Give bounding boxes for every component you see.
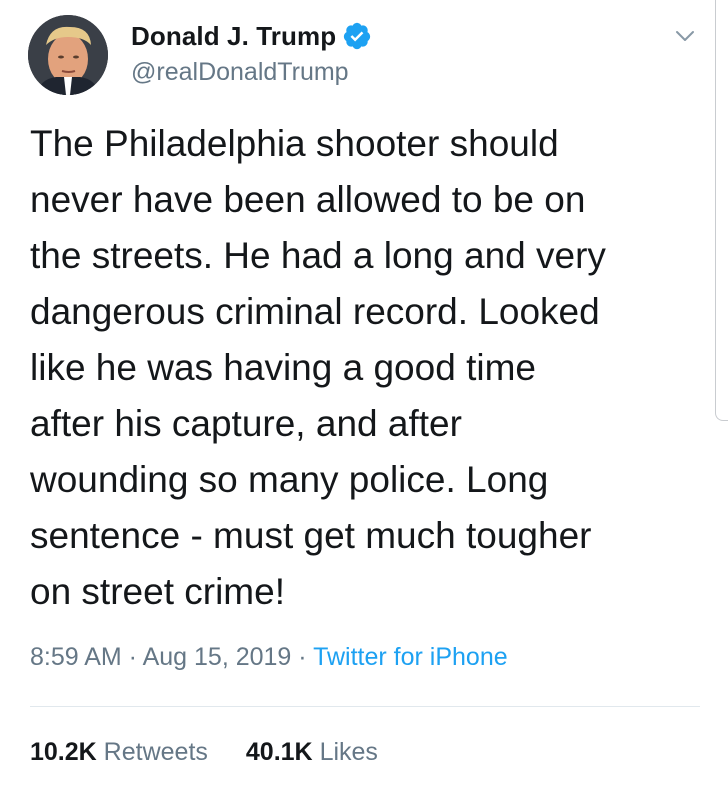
tweet-source-link[interactable]: Twitter for iPhone xyxy=(313,643,508,671)
tweet-stats: 10.2K Retweets 40.1K Likes xyxy=(30,738,378,767)
chevron-down-icon[interactable] xyxy=(673,24,697,48)
tweet-time: 8:59 AM xyxy=(30,643,122,671)
user-name-row[interactable]: Donald J. Trump xyxy=(131,18,372,54)
divider xyxy=(30,706,700,707)
likes-label: Likes xyxy=(319,738,378,766)
display-name[interactable]: Donald J. Trump xyxy=(131,21,336,52)
avatar-photo xyxy=(28,15,108,95)
likes-stat[interactable]: 40.1K Likes xyxy=(246,738,378,767)
meta-separator: · xyxy=(291,643,314,671)
scrollbar[interactable] xyxy=(715,0,728,421)
meta-separator: · xyxy=(121,643,143,671)
retweets-label: Retweets xyxy=(103,738,208,766)
tweet-meta: 8:59 AM · Aug 15, 2019 · Twitter for iPh… xyxy=(30,643,508,672)
tweet-text: The Philadelphia shooter should never ha… xyxy=(30,123,606,612)
verified-badge-icon xyxy=(342,21,372,51)
tweet-date[interactable]: Aug 15, 2019 xyxy=(143,643,292,671)
retweets-stat[interactable]: 10.2K Retweets xyxy=(30,738,208,767)
user-handle[interactable]: @realDonaldTrump xyxy=(131,58,349,87)
tweet-detail: Donald J. Trump @realDonaldTrump The Phi… xyxy=(0,0,728,800)
avatar[interactable] xyxy=(28,15,108,95)
retweets-count: 10.2K xyxy=(30,738,97,766)
likes-count: 40.1K xyxy=(245,738,313,766)
